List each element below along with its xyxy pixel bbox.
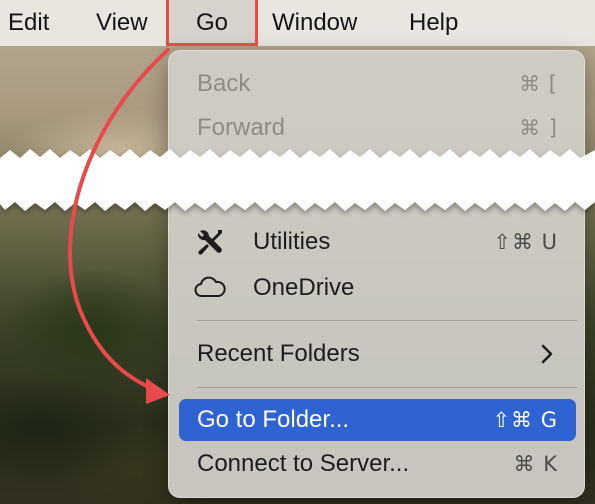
- menu-separator: [197, 387, 577, 388]
- menu-item-onedrive[interactable]: OneDrive: [179, 267, 576, 309]
- go-menu-dropdown: Back ⌘ [ Forward ⌘ ] Utilities ⇧⌘ U OneD…: [168, 50, 585, 498]
- shortcut-label: ⌘ K: [513, 452, 558, 476]
- menu-item-label: Utilities: [253, 228, 331, 255]
- tools-icon: [193, 228, 227, 256]
- torn-edge-break: [0, 149, 595, 211]
- shortcut-label: ⌘ ]: [519, 116, 558, 140]
- menu-separator: [197, 320, 577, 321]
- menu-item-back[interactable]: Back ⌘ [: [179, 63, 576, 105]
- menu-edit[interactable]: Edit: [8, 0, 49, 46]
- menu-item-connect-to-server[interactable]: Connect to Server... ⌘ K: [179, 443, 576, 485]
- menu-item-go-to-folder[interactable]: Go to Folder... ⇧⌘ G: [179, 399, 576, 441]
- menu-help[interactable]: Help: [409, 0, 458, 46]
- menu-view[interactable]: View: [96, 0, 148, 46]
- cloud-icon: [193, 274, 227, 302]
- menu-item-label: Forward: [197, 114, 286, 141]
- menu-bar: Edit View Go Window Help: [0, 0, 595, 46]
- menu-item-label: Back: [197, 70, 251, 97]
- menu-window[interactable]: Window: [272, 0, 357, 46]
- menu-item-label: Recent Folders: [197, 340, 360, 367]
- menu-go[interactable]: Go: [166, 0, 258, 46]
- menu-item-utilities[interactable]: Utilities ⇧⌘ U: [179, 221, 576, 263]
- menu-item-label: Connect to Server...: [197, 450, 410, 477]
- shortcut-label: ⇧⌘ G: [492, 408, 558, 432]
- shortcut-label: ⇧⌘ U: [493, 230, 558, 254]
- menu-item-recent-folders[interactable]: Recent Folders: [179, 333, 576, 375]
- shortcut-label: ⌘ [: [519, 72, 558, 96]
- chevron-right-icon: [541, 344, 553, 364]
- menu-item-label: Go to Folder...: [197, 406, 350, 433]
- menu-item-label: OneDrive: [253, 274, 355, 301]
